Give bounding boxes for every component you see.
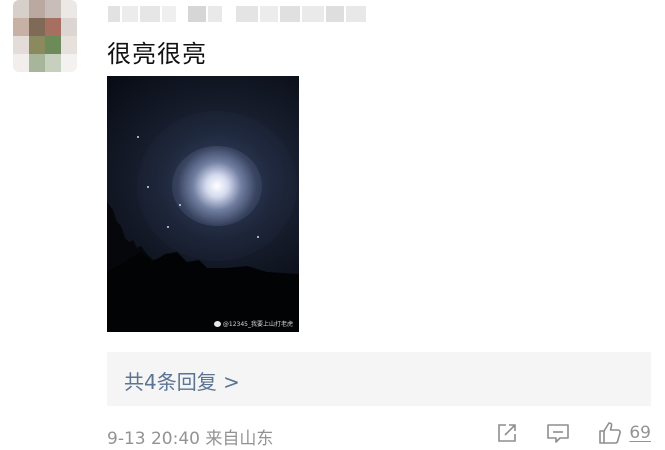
- view-replies-button[interactable]: 共4条回复 >: [107, 352, 651, 406]
- timestamp: 9-13 20:40: [107, 429, 200, 449]
- thumbs-up-icon: [599, 422, 622, 444]
- photo-star: [137, 136, 139, 138]
- avatar[interactable]: [13, 0, 77, 72]
- photo-watermark-text: @12345_我要上山打老虎: [222, 321, 293, 328]
- like-count: 69: [629, 423, 651, 443]
- photo-watermark: @12345_我要上山打老虎: [213, 319, 293, 328]
- username-blurred[interactable]: [108, 6, 366, 26]
- comment-actions: 69: [469, 420, 651, 446]
- comment-meta: 9-13 20:40 来自山东: [107, 424, 273, 449]
- comment-card: 很亮很亮 @12345_我要上山打老虎 共4条回复 > 9-13 20:40 来…: [0, 0, 665, 450]
- replies-label: 共4条回复 >: [124, 370, 240, 394]
- photo-star: [147, 186, 149, 188]
- location: 来自山东: [205, 429, 274, 449]
- like-button[interactable]: 69: [597, 420, 651, 446]
- comment-text: 很亮很亮: [107, 40, 207, 68]
- comment-icon: [547, 424, 570, 443]
- comment-photo[interactable]: @12345_我要上山打老虎: [107, 76, 299, 332]
- share-icon: [498, 424, 517, 442]
- share-button[interactable]: [495, 421, 519, 445]
- photo-silhouette: [107, 202, 299, 332]
- comment-button[interactable]: [545, 421, 571, 445]
- weibo-logo-icon: [213, 320, 221, 327]
